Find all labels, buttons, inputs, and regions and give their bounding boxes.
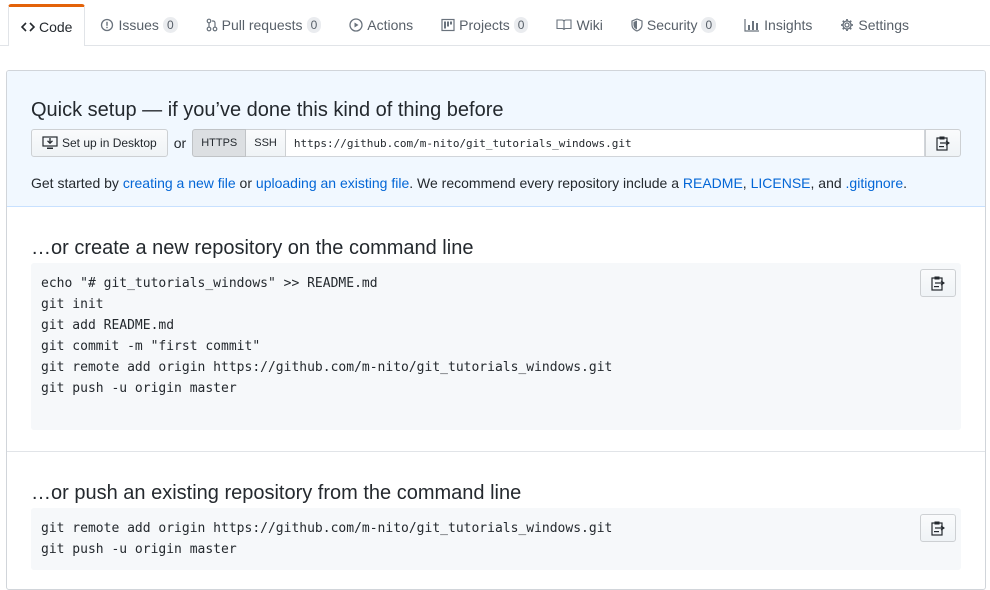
tab-security[interactable]: Security 0 (618, 4, 729, 45)
text-segment: or (235, 175, 256, 191)
empty-repo-setup-box: Quick setup — if you’ve done this kind o… (6, 70, 986, 590)
code-line: git remote add origin https://github.com… (41, 360, 613, 375)
desktop-download-icon (42, 136, 58, 149)
tab-label: Wiki (576, 17, 603, 33)
tab-label: Pull requests (221, 17, 303, 33)
copy-push-existing-button[interactable] (920, 514, 956, 542)
push-existing-section: …or push an existing repository from the… (7, 452, 985, 589)
graph-icon (744, 18, 760, 32)
push-existing-code-block[interactable]: git remote add origin https://github.com… (31, 508, 961, 570)
code-line: git add README.md (41, 318, 175, 333)
code-line: git push -u origin master (41, 381, 237, 396)
gear-icon (840, 18, 854, 32)
book-icon (556, 18, 572, 32)
issue-icon (100, 18, 114, 32)
readme-link[interactable]: README (683, 175, 743, 191)
code-icon (21, 20, 35, 34)
clipboard-icon (931, 521, 945, 536)
project-icon (441, 18, 455, 32)
copy-new-repo-button[interactable] (920, 269, 956, 297)
projects-counter: 0 (513, 17, 529, 33)
new-repo-code-block[interactable]: echo "# git_tutorials_windows" >> README… (31, 263, 961, 430)
setup-in-desktop-button[interactable]: Set up in Desktop (31, 129, 168, 157)
security-counter: 0 (701, 17, 717, 33)
code-line: git init (41, 297, 104, 312)
tab-label: Security (646, 17, 698, 33)
new-repo-section: …or create a new repository on the comma… (7, 207, 985, 452)
tab-label: Actions (367, 17, 414, 33)
text-segment: , (742, 175, 751, 191)
clipboard-icon (936, 136, 950, 151)
clipboard-icon (931, 276, 945, 291)
https-toggle[interactable]: HTTPS (192, 129, 247, 157)
code-line: echo "# git_tutorials_windows" >> README… (41, 276, 378, 291)
setup-in-desktop-label: Set up in Desktop (62, 136, 157, 150)
ssh-toggle[interactable]: SSH (246, 129, 286, 157)
tab-label: Settings (858, 17, 909, 33)
shield-icon (631, 18, 643, 32)
or-text: or (173, 135, 187, 151)
tab-projects[interactable]: Projects 0 (428, 4, 541, 45)
code-line: git push -u origin master (41, 542, 237, 557)
tab-label: Code (39, 18, 73, 35)
license-link[interactable]: LICENSE (751, 175, 811, 191)
play-icon (349, 18, 363, 32)
quick-setup-panel: Quick setup — if you’ve done this kind o… (7, 71, 985, 207)
tab-insights[interactable]: Insights (731, 4, 825, 45)
tab-label: Issues (118, 17, 159, 33)
repo-nav-tabs: Code Issues 0 Pull requests 0 Actions Pr… (0, 0, 990, 46)
new-repo-title: …or create a new repository on the comma… (31, 237, 474, 259)
pull-request-icon (206, 18, 218, 32)
creating-new-file-link[interactable]: creating a new file (123, 175, 236, 191)
tab-code[interactable]: Code (8, 4, 86, 46)
tab-issues[interactable]: Issues 0 (87, 4, 190, 45)
clone-url-input[interactable] (285, 129, 925, 157)
clone-row: Set up in Desktop or HTTPS SSH (31, 129, 961, 157)
code-line: git remote add origin https://github.com… (41, 521, 613, 536)
tab-actions[interactable]: Actions (336, 4, 426, 45)
uploading-existing-file-link[interactable]: uploading an existing file (256, 175, 409, 191)
text-segment: Get started by (31, 175, 123, 191)
get-started-text: Get started by creating a new file or up… (31, 173, 961, 193)
gitignore-link[interactable]: .gitignore (846, 175, 904, 191)
push-existing-title: …or push an existing repository from the… (31, 482, 522, 504)
tab-label: Projects (459, 17, 510, 33)
text-segment: , and (810, 175, 846, 191)
text-segment: . We recommend every repository include … (409, 175, 683, 191)
copy-url-button[interactable] (925, 129, 961, 157)
pull-requests-counter: 0 (306, 17, 322, 33)
tab-wiki[interactable]: Wiki (543, 4, 615, 45)
quick-setup-title: Quick setup — if you’ve done this kind o… (31, 99, 504, 121)
issues-counter: 0 (162, 17, 178, 33)
tab-pull-requests[interactable]: Pull requests 0 (193, 4, 335, 45)
code-line: git commit -m "first commit" (41, 339, 261, 354)
text-segment: . (903, 175, 908, 191)
tab-settings[interactable]: Settings (827, 4, 922, 45)
tab-label: Insights (764, 17, 813, 33)
